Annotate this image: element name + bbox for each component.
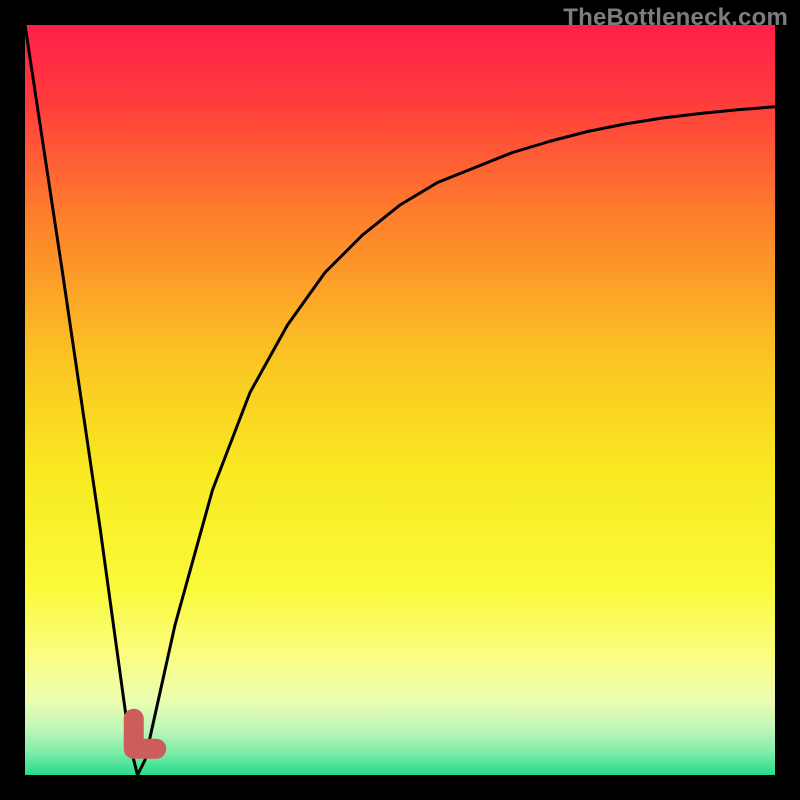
plot-area	[25, 25, 775, 775]
chart-frame: TheBottleneck.com	[0, 0, 800, 800]
chart-svg	[25, 25, 775, 775]
gradient-background	[25, 25, 775, 775]
